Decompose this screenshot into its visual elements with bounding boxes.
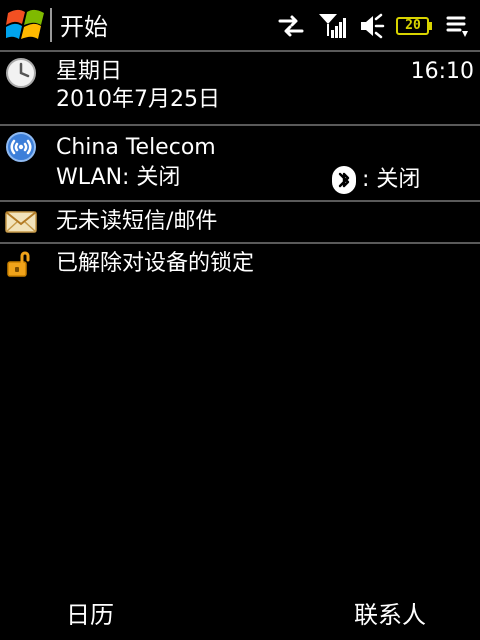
unlock-icon [7, 251, 30, 277]
mail-icon [5, 211, 37, 233]
menu-icon[interactable] [444, 11, 474, 41]
title-separator [50, 8, 52, 42]
messages-text: 无未读短信/邮件 [56, 209, 218, 234]
page-title: 开始 [60, 13, 108, 41]
speaker-icon[interactable] [358, 11, 386, 41]
lock-row[interactable]: 已解除对设备的锁定 [0, 244, 480, 284]
signal-icon[interactable] [316, 10, 348, 42]
bluetooth-status-text: : 关闭 [362, 167, 421, 192]
wireless-icon [6, 132, 36, 162]
date-text: 2010年7月25日 [56, 87, 220, 112]
network-row[interactable]: China Telecom WLAN: 关闭 : 关闭 [0, 126, 480, 200]
calendar-softkey[interactable]: 日历 [66, 600, 114, 630]
contacts-softkey[interactable]: 联系人 [354, 600, 426, 630]
battery-icon[interactable]: 20 [396, 15, 434, 37]
day-text: 星期日 [56, 59, 123, 84]
titlebar: 开始 20 [0, 0, 480, 50]
wlan-status-text: WLAN: 关闭 [56, 165, 181, 190]
sync-arrows-icon[interactable] [276, 11, 306, 41]
lock-text: 已解除对设备的锁定 [56, 251, 255, 276]
status-icons: 20 [276, 8, 474, 44]
clock-icon [6, 58, 36, 88]
softkey-bar: 日历 联系人 [0, 588, 480, 640]
bluetooth-icon [332, 166, 356, 194]
messages-row[interactable]: 无未读短信/邮件 [0, 202, 480, 242]
carrier-text: China Telecom [56, 135, 216, 160]
windows-start-icon[interactable] [4, 8, 46, 44]
battery-label: 20 [405, 18, 421, 33]
bluetooth-status[interactable]: : 关闭 [332, 166, 420, 194]
windows-logo-icon [4, 9, 44, 39]
datetime-row[interactable]: 星期日 2010年7月25日 16:10 [0, 52, 480, 124]
time-text: 16:10 [410, 59, 474, 84]
